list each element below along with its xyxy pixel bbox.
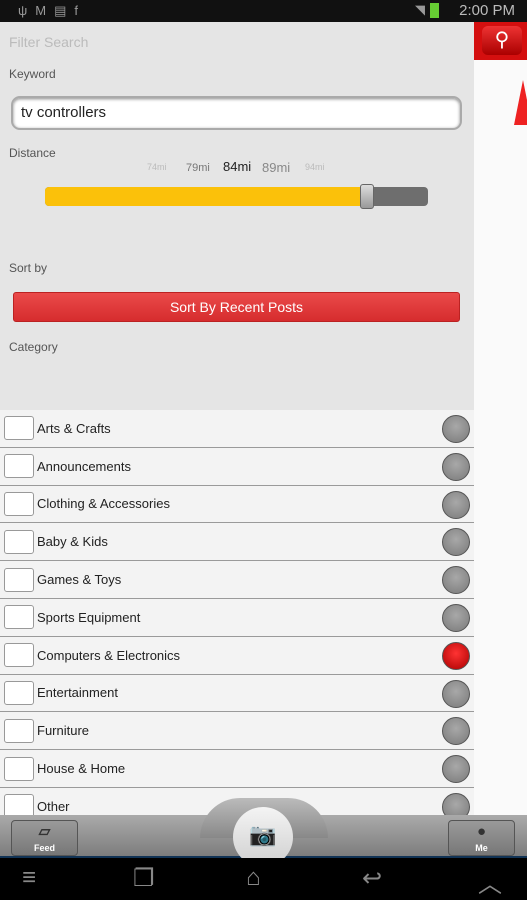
person-icon: ● [476, 823, 487, 840]
category-icon [4, 680, 34, 705]
battery-icon [430, 3, 439, 18]
category-radio[interactable] [442, 717, 470, 746]
menu-icon[interactable]: ≡ [22, 864, 36, 892]
category-icon [4, 529, 34, 554]
sort-label: Sort by [9, 261, 48, 275]
gmail-icon: M [35, 3, 47, 18]
distance-tick: 74mi [147, 162, 167, 172]
category-radio[interactable] [442, 415, 470, 443]
category-icon [4, 567, 34, 592]
filter-title: Filter Search [9, 34, 89, 50]
category-row[interactable]: House & Home [0, 750, 474, 788]
category-icon [4, 756, 34, 781]
recent-apps-icon[interactable]: ❐ [133, 864, 155, 893]
category-row[interactable]: Sports Equipment [0, 598, 474, 637]
category-radio[interactable] [442, 452, 470, 481]
category-label: Arts & Crafts [37, 420, 111, 436]
category-icon [4, 491, 34, 516]
back-icon[interactable]: ↩ [362, 864, 382, 893]
category-icon [4, 643, 34, 668]
distance-tick: 94mi [305, 162, 325, 172]
search-icon: ⚲ [482, 26, 522, 55]
usb-icon: ψ [18, 3, 28, 18]
category-row[interactable]: Arts & Crafts [0, 410, 474, 448]
category-label: Furniture [37, 723, 90, 739]
sort-button[interactable]: Sort By Recent Posts [13, 292, 460, 322]
category-radio[interactable] [442, 528, 470, 557]
feed-icon: ▱ [38, 823, 51, 840]
category-label: Other [37, 798, 70, 814]
category-label: Announcements [37, 458, 131, 474]
status-bar: ψ M ▤ f ◥ 2:00 PM [0, 0, 527, 22]
category-icon [4, 454, 34, 479]
category-label: Games & Toys [37, 572, 122, 588]
camera-icon: 📷 [249, 822, 277, 847]
keyword-input[interactable]: tv controllers [11, 96, 462, 130]
category-radio[interactable] [442, 755, 470, 784]
chevron-up-icon[interactable]: ︿ [478, 864, 502, 899]
distance-tick-current: 84mi [223, 159, 252, 174]
category-row[interactable]: Announcements [0, 447, 474, 486]
category-radio[interactable] [442, 641, 470, 670]
clock: 2:00 PM [459, 2, 515, 19]
category-icon [4, 605, 34, 630]
category-row[interactable]: Baby & Kids [0, 523, 474, 562]
category-icon [4, 416, 34, 441]
category-row[interactable]: Furniture [0, 712, 474, 751]
system-nav-bar: ≡ ❐ ⌂ ↩ ︿ [0, 858, 527, 900]
category-radio[interactable] [442, 566, 470, 595]
category-label: House & Home [37, 761, 126, 777]
facebook-icon: f [74, 3, 79, 18]
category-row[interactable]: Computers & Electronics [0, 636, 474, 675]
slider-thumb[interactable] [359, 184, 374, 209]
me-label: Me [475, 843, 488, 853]
category-list: Arts & Crafts Announcements Clothing & Acc… [0, 410, 474, 826]
calendar-icon: ▤ [54, 3, 67, 18]
category-radio[interactable] [442, 679, 470, 708]
category-label: Clothing & Accessories [37, 496, 170, 512]
category-radio[interactable] [442, 490, 470, 519]
distance-label: Distance [9, 146, 56, 160]
search-button[interactable]: ⚲ [474, 22, 527, 60]
distance-tick: 79mi [186, 162, 210, 174]
feed-label: Feed [33, 843, 55, 853]
category-icon [4, 718, 34, 743]
background-feed [474, 22, 527, 815]
category-label: Computers & Electronics [37, 647, 181, 663]
feed-button[interactable]: ▱ Feed [11, 820, 78, 856]
category-row[interactable]: Games & Toys [0, 561, 474, 599]
slider-fill [45, 187, 367, 206]
category-label: Entertainment [37, 685, 118, 701]
category-row[interactable]: Entertainment [0, 674, 474, 713]
keyword-label: Keyword [9, 67, 56, 81]
distance-slider[interactable] [45, 184, 428, 209]
home-icon[interactable]: ⌂ [246, 864, 261, 892]
category-radio[interactable] [442, 603, 470, 632]
category-label: Baby & Kids [37, 534, 108, 550]
category-label: Sports Equipment [37, 609, 141, 625]
wifi-icon: ◥ [415, 2, 425, 17]
category-row[interactable]: Clothing & Accessories [0, 485, 474, 524]
me-button[interactable]: ● Me [448, 820, 515, 856]
distance-tick: 89mi [262, 160, 291, 175]
category-label: Category [9, 340, 58, 354]
